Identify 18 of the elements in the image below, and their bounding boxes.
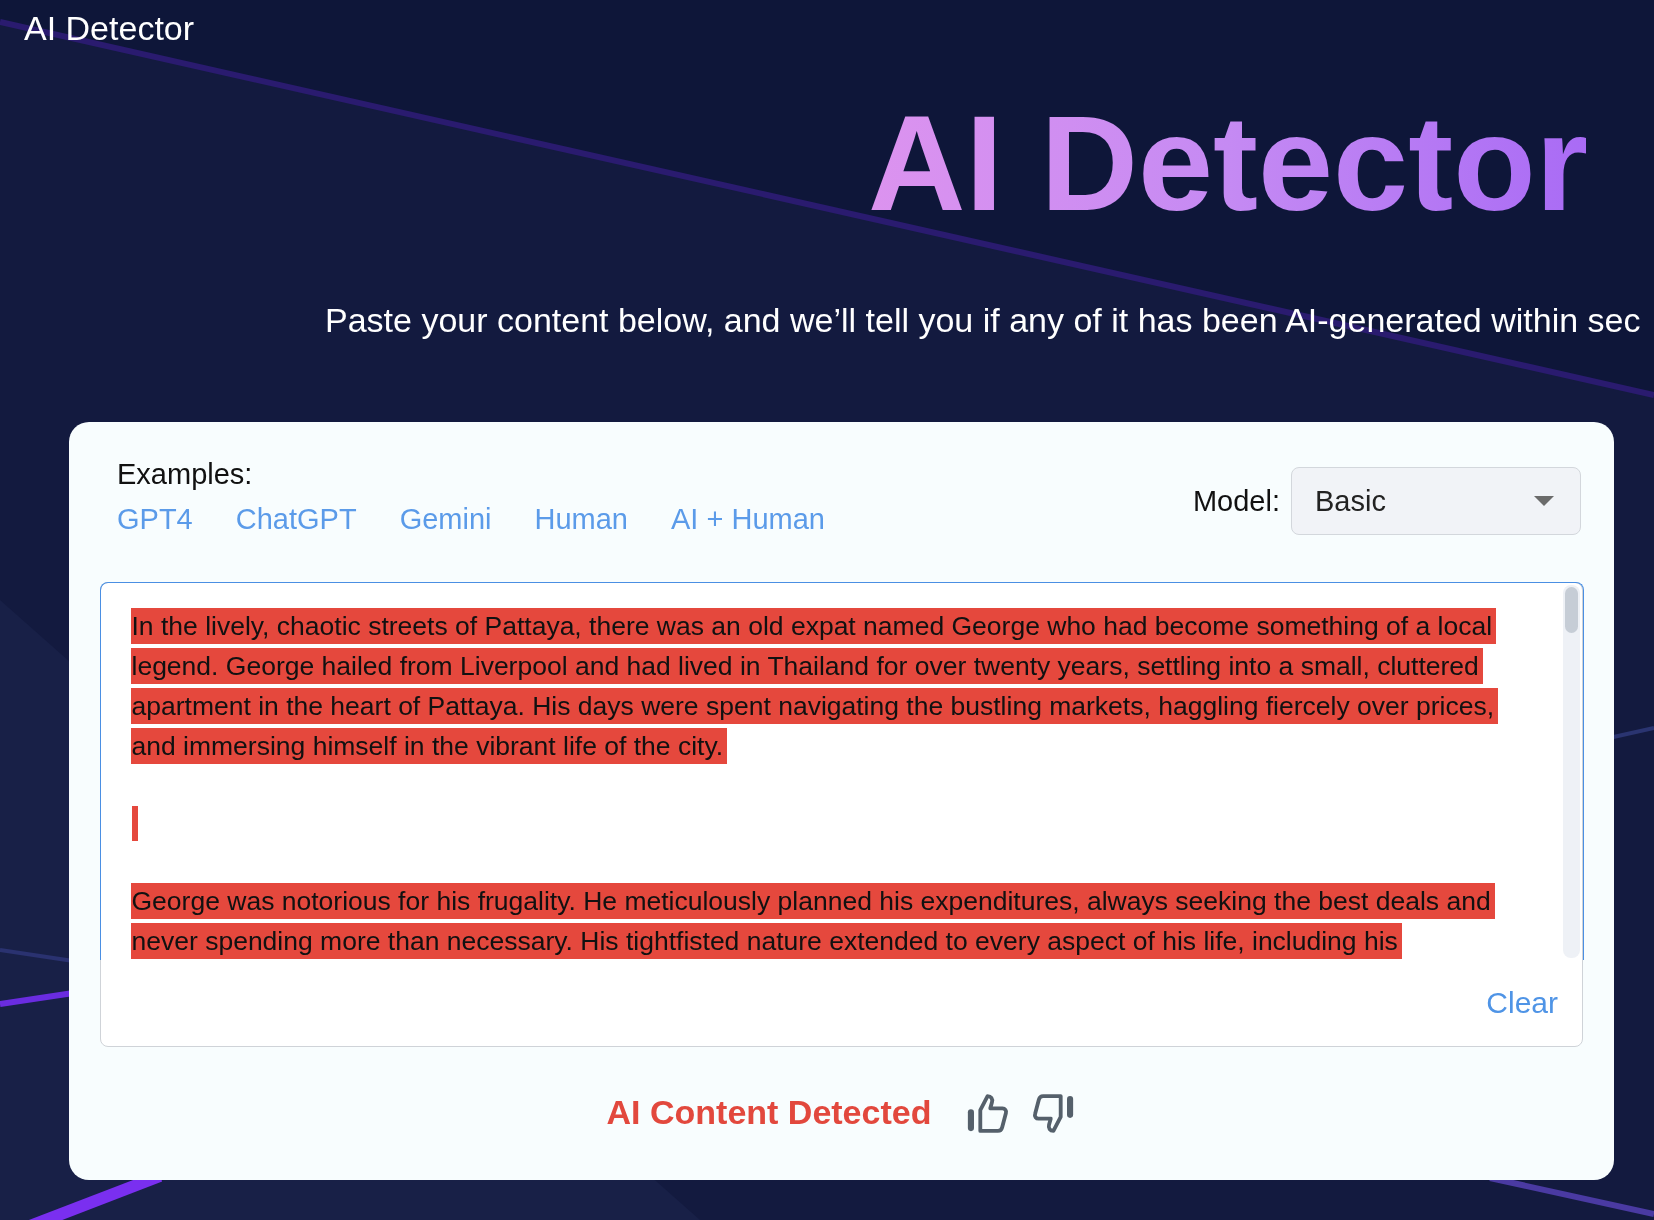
scrollbar-thumb[interactable] (1564, 586, 1578, 633)
clear-link[interactable]: Clear (1486, 984, 1558, 1021)
example-link[interactable]: GPT4 (117, 501, 193, 537)
model-select[interactable]: Basic (1291, 467, 1581, 535)
caret-icon (1534, 496, 1554, 506)
highlighted-paragraph: In the lively, chaotic streets of Pattaya, there was an old expat named George who had become something of a local legend. George hailed from Liverpool and had lived in Thailand for over twenty years, settling into a small, cluttered apartment in the heart of Pattaya. His days were spent navigating the bustling markets, haggling fiercely over prices, and immersing himself in the vibrant life of the city. (130, 605, 1499, 766)
examples-label: Examples: (117, 457, 253, 492)
result-label: AI Content Detected (606, 1092, 932, 1133)
scrollbar[interactable] (1562, 584, 1580, 958)
text-input[interactable] (100, 582, 1583, 1047)
model-label: Model: (1192, 484, 1280, 518)
highlighted-paragraph: George was notorious for his frugality. He meticulously planned his expenditures, always seeking the best deals and never spending more than necessary. His tightfisted nature extended to every aspect of his life, including his (130, 880, 1495, 960)
subtitle: Paste your content below, and we’ll tell you if any of it has been AI-generated within sec (325, 300, 1641, 340)
example-link[interactable]: Gemini (399, 501, 492, 537)
example-link[interactable]: Human (534, 501, 628, 537)
example-link[interactable]: ChatGPT (235, 501, 357, 537)
site-title: AI Detector (24, 9, 195, 47)
example-link[interactable]: AI + Human (671, 501, 825, 537)
